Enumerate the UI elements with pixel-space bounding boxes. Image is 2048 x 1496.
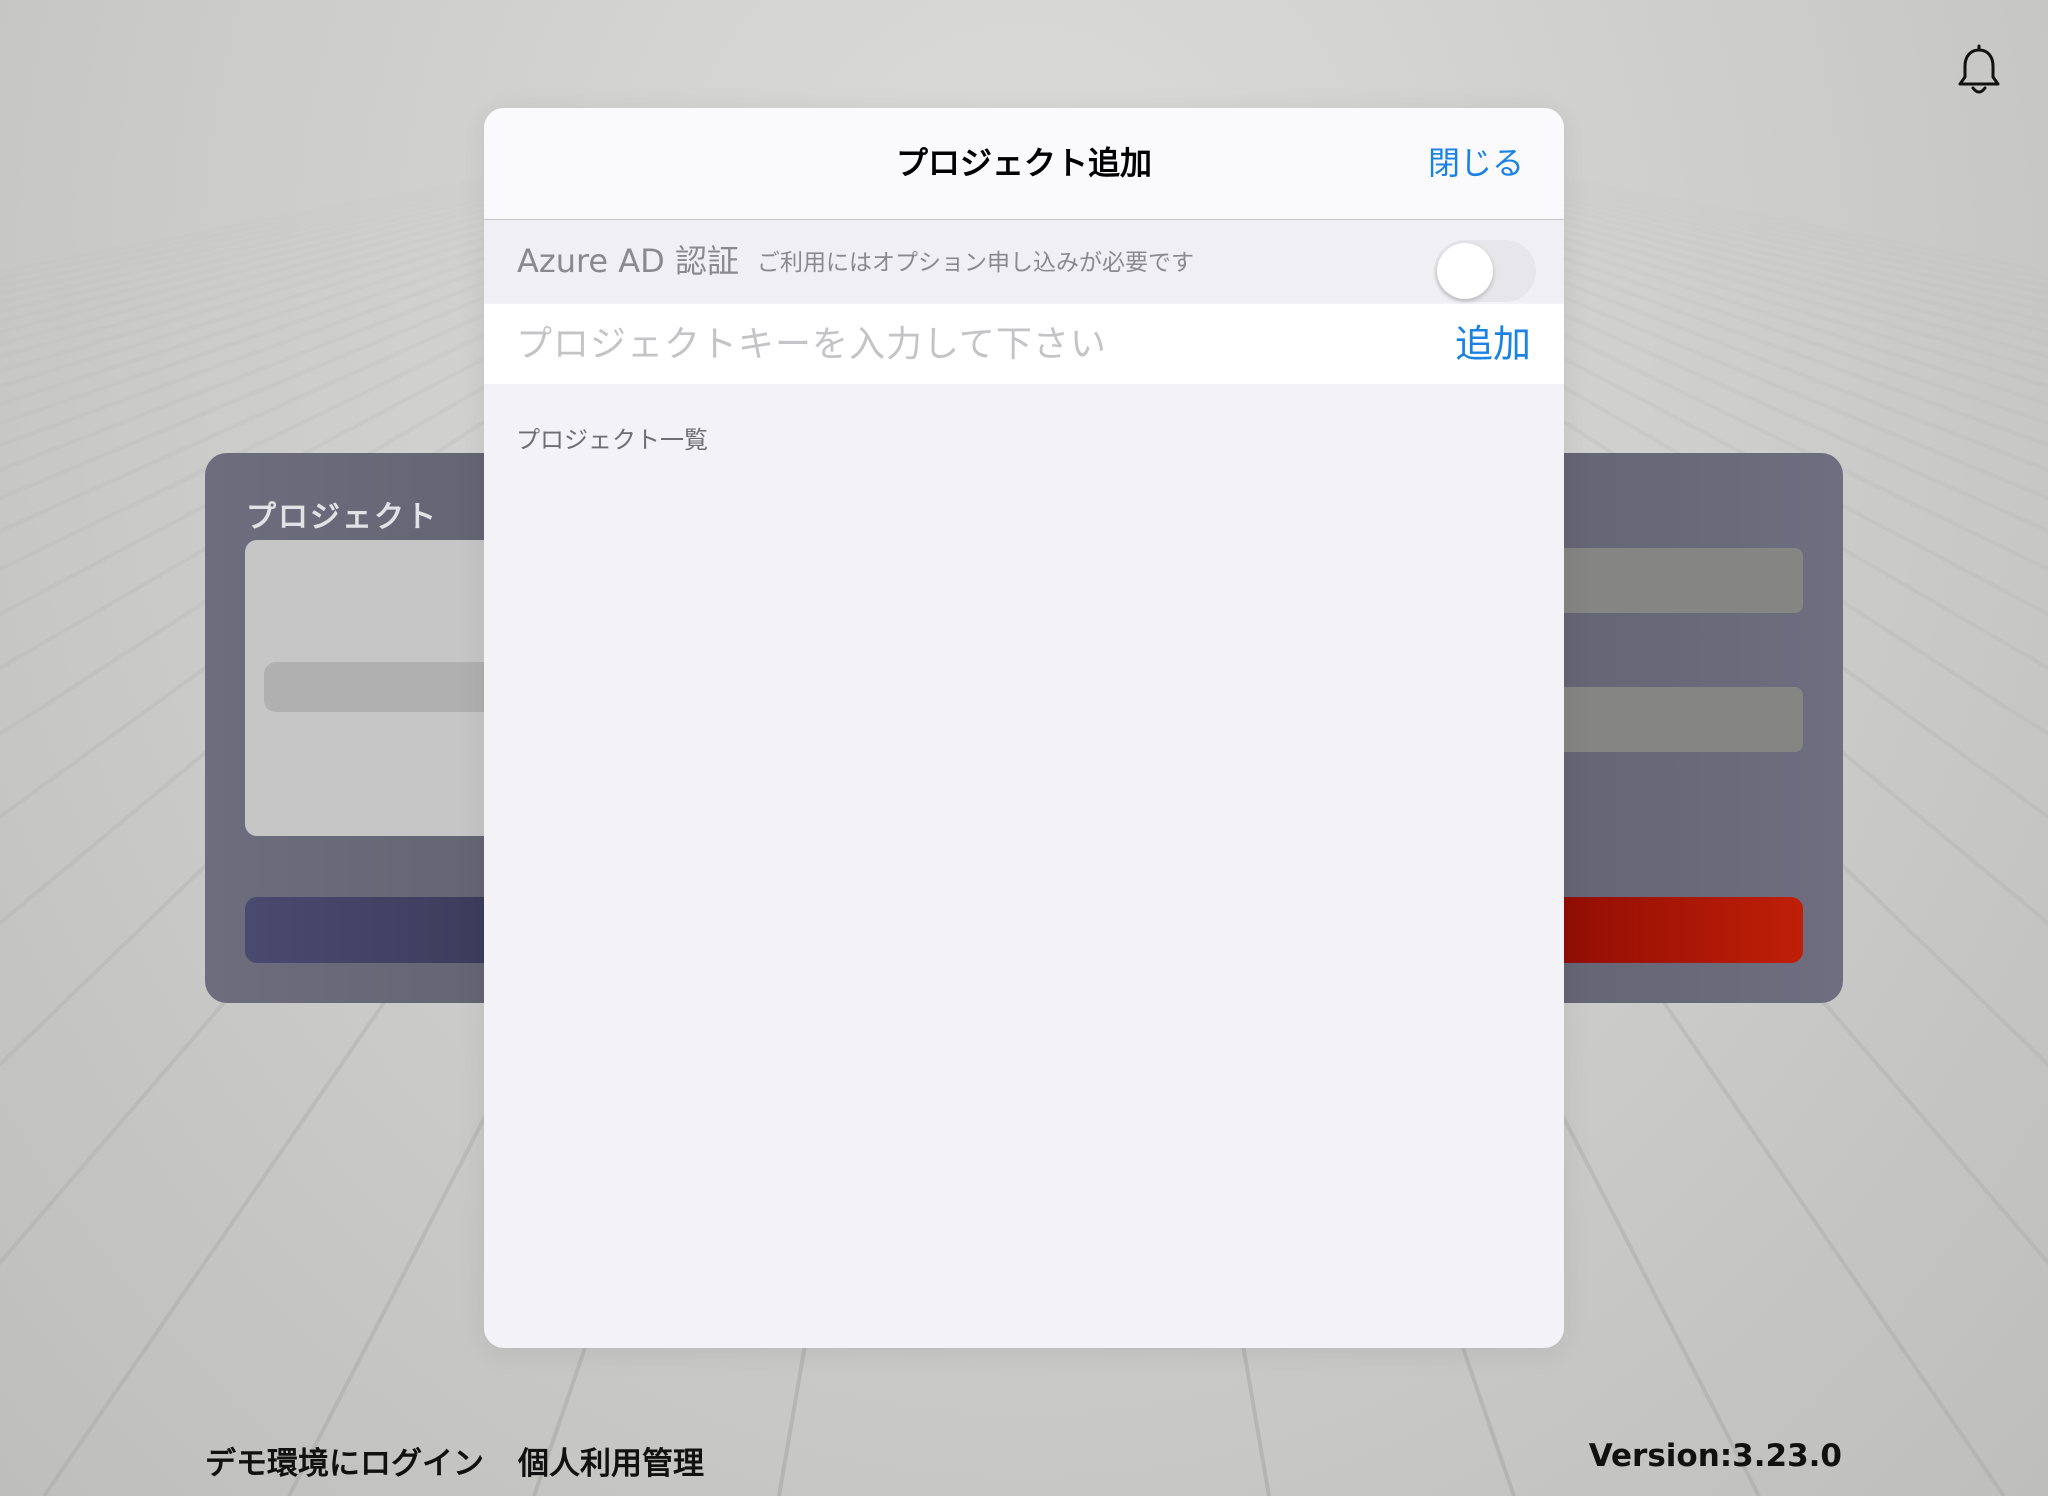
background-danger-button [1548,897,1803,963]
project-list-header: プロジェクト一覧 [516,426,708,454]
project-key-input[interactable] [516,304,1396,384]
app-screen: プロジェクト プロジェクト追加 閉じる Azure AD 認証 ご利用にはオプシ… [0,0,2048,1496]
version-label: Version:3.23.0 [1588,1438,1842,1474]
personal-usage-link[interactable]: 個人利用管理 [518,1438,704,1483]
add-button[interactable]: 追加 [1455,304,1531,384]
bell-icon[interactable] [1952,44,2006,98]
azure-ad-toggle[interactable] [1434,240,1536,302]
modal-title: プロジェクト追加 [895,144,1152,182]
add-project-modal: プロジェクト追加 閉じる Azure AD 認証 ご利用にはオプション申し込みが… [484,108,1564,1348]
azure-ad-label: Azure AD 認証 [517,242,739,280]
project-preview-placeholder [264,662,504,712]
demo-login-link[interactable]: デモ環境にログイン [205,1438,484,1483]
azure-ad-row: Azure AD 認証 ご利用にはオプション申し込みが必要です [484,220,1564,302]
footer-links: デモ環境にログイン 個人利用管理 [205,1438,704,1483]
background-primary-button [245,897,505,963]
toggle-knob [1437,243,1493,299]
azure-ad-note: ご利用にはオプション申し込みが必要です [757,250,1194,276]
close-button[interactable]: 閉じる [1428,108,1524,219]
project-card-title: プロジェクト [246,500,438,535]
background-field-2 [1548,687,1803,752]
background-field-1 [1548,548,1803,613]
project-key-row: 追加 [484,304,1564,384]
modal-header: プロジェクト追加 閉じる [484,108,1564,220]
